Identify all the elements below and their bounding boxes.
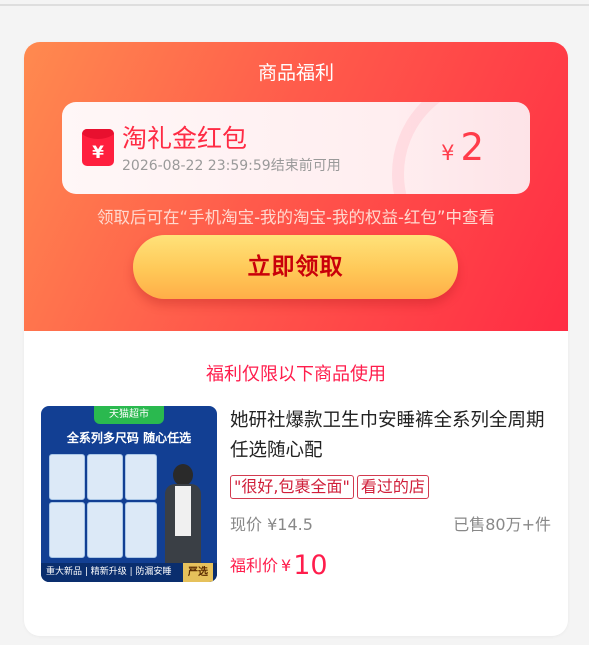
claim-button[interactable]: 立即领取: [133, 235, 458, 299]
coupon-card: ¥ 淘礼金红包 2026-08-22 23:59:59结束前可用 ¥2: [62, 102, 530, 194]
top-divider: [0, 4, 589, 6]
red-envelope-icon: ¥: [82, 129, 114, 166]
product-item[interactable]: 天猫超市 全系列多尺码 随心任选 重大新品 | 精新升级 | 防漏安睡 严选 她…: [41, 406, 551, 582]
benefit-price-label: 福利价: [230, 556, 279, 575]
product-tags: "很好,包裹全面" 看过的店: [230, 475, 432, 499]
benefit-card: 商品福利 ¥ 淘礼金红包 2026-08-22 23:59:59结束前可用 ¥2…: [24, 42, 568, 636]
coupon-name: 淘礼金红包: [122, 124, 248, 153]
coupon-amount: ¥2: [441, 126, 484, 175]
tmall-badge: 天猫超市: [94, 406, 164, 424]
model-figure: [161, 464, 205, 568]
product-image[interactable]: 天猫超市 全系列多尺码 随心任选 重大新品 | 精新升级 | 防漏安睡 严选: [41, 406, 217, 582]
coupon-currency: ¥: [441, 141, 455, 165]
benefit-price: 福利价 ¥10: [230, 550, 328, 581]
coupon-amount-value: 2: [460, 126, 484, 169]
product-title[interactable]: 她研社爆款卫生巾安睡裤全系列全周期任选随心配: [230, 406, 550, 466]
visited-shop-tag: 看过的店: [356, 475, 429, 499]
coupon-expiry: 2026-08-22 23:59:59结束前可用: [122, 158, 341, 174]
benefit-header: 商品福利 ¥ 淘礼金红包 2026-08-22 23:59:59结束前可用 ¥2…: [24, 42, 568, 331]
claim-tip: 领取后可在“手机淘宝-我的淘宝-我的权益-红包”中查看: [97, 208, 495, 227]
benefit-currency: ¥: [281, 556, 292, 575]
review-tag: "很好,包裹全面": [230, 475, 354, 499]
envelope-yen-symbol: ¥: [92, 143, 104, 163]
header-title: 商品福利: [257, 62, 334, 84]
image-footer: 重大新品 | 精新升级 | 防漏安睡 严选: [41, 563, 217, 582]
benefit-price-value: 10: [293, 550, 328, 581]
current-price: 现价 ¥14.5: [230, 515, 313, 534]
section-title: 福利仅限以下商品使用: [206, 364, 386, 385]
image-banner: 全系列多尺码 随心任选: [66, 431, 192, 445]
sold-count: 已售80万+件: [453, 515, 551, 534]
